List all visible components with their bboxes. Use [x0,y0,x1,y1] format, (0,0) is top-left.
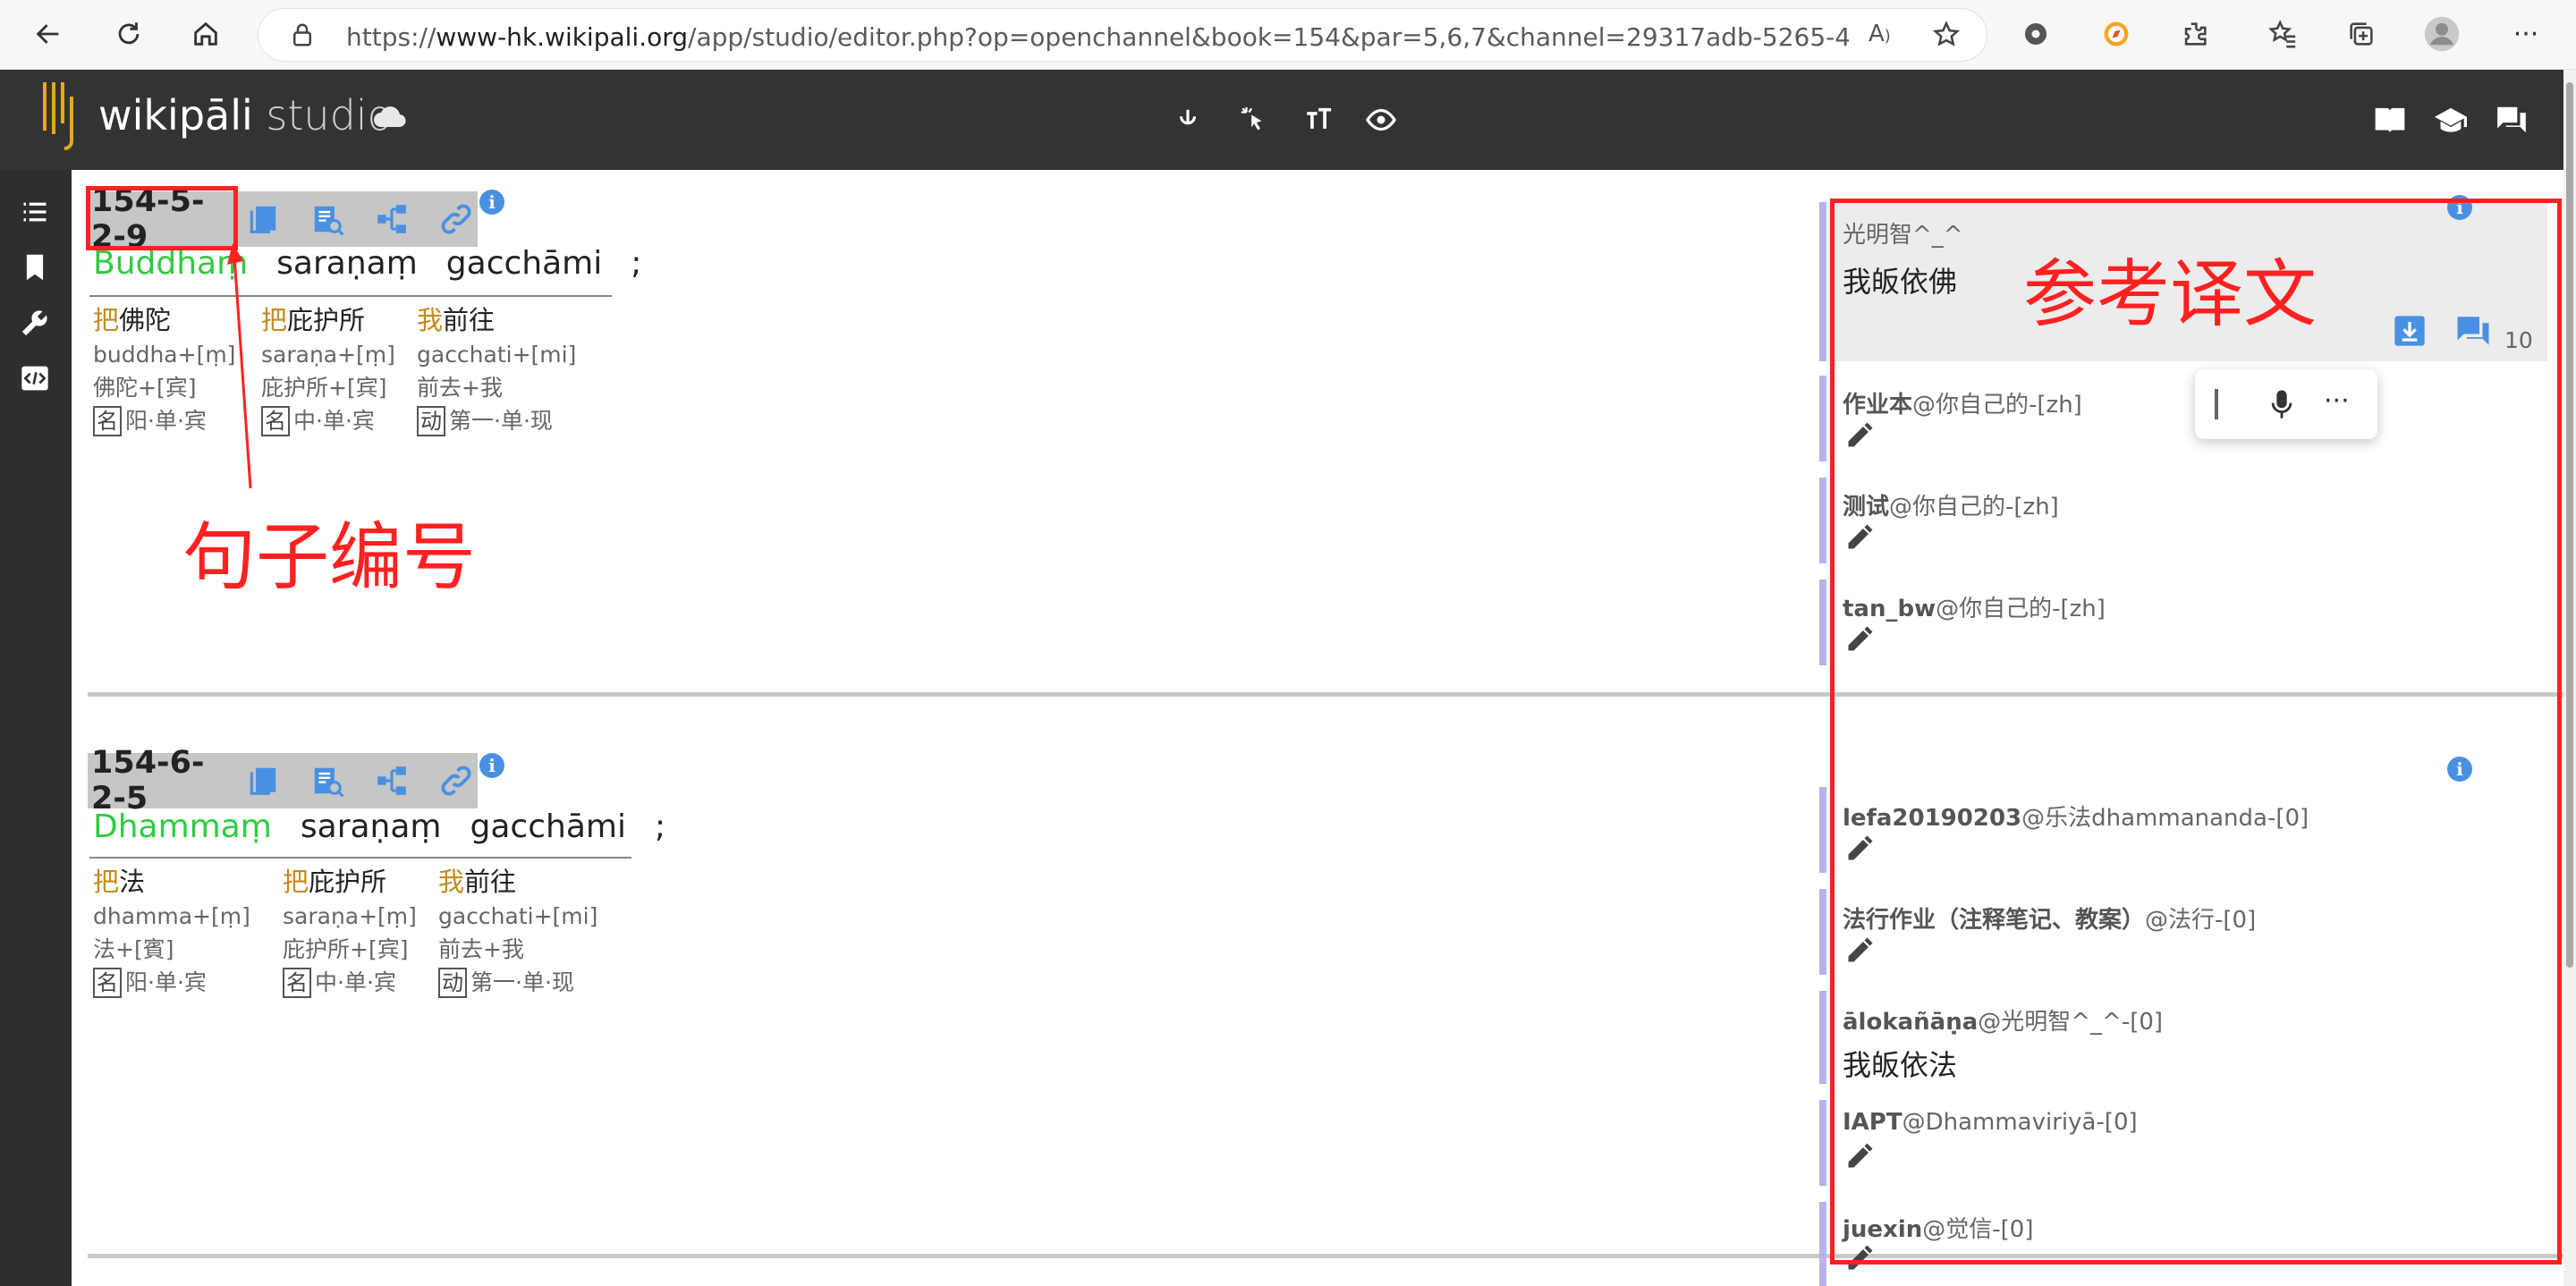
scrollbar-thumb[interactable] [2566,82,2573,968]
word-detail[interactable]: 我前往 gacchati+[mi] 前去+我 动第一·单·现 [438,864,608,1000]
link-icon[interactable] [435,759,478,802]
translation-bar [1819,376,1826,461]
sitemap-icon[interactable] [370,759,413,802]
pali-sentence: Dhammaṃ saraṇaṃ gacchāmi ; [93,808,694,845]
info-icon[interactable]: i [479,190,504,215]
pali-word[interactable]: gacchāmi [470,808,626,845]
more-menu-icon[interactable]: ··· [2504,13,2547,55]
wrench-icon[interactable] [16,304,54,342]
toggle-mode-icon[interactable] [1168,100,1208,140]
reference-translation-highlight [1830,199,2562,1265]
pali-sentence: Buddhaṃ saraṇaṃ gacchāmi ; [93,245,670,282]
read-aloud-icon[interactable]: A) [1868,21,1891,47]
address-bar[interactable]: https://www-hk.wikipali.org/app/studio/e… [258,8,1987,62]
profile-avatar[interactable] [2420,13,2463,55]
annotation-arrow [227,243,252,489]
sentence-header: 154-6-2-5 [88,745,478,816]
info-icon[interactable]: i [479,753,504,778]
sentence-number-label: 句子编号 [182,515,477,600]
word-detail[interactable]: 我前往 gacchati+[mi] 前去+我 动第一·单·现 [417,302,587,438]
extension-gear-icon[interactable] [2014,13,2057,55]
translation-bar [1819,787,1826,873]
reference-translation-label: 参考译文 [2023,252,2318,337]
divider [89,295,612,297]
translation-bar [1819,478,1826,563]
list-icon[interactable] [16,193,54,231]
extension-compass-icon[interactable] [2095,13,2138,55]
forum-icon[interactable] [2492,100,2531,140]
search-document-icon[interactable] [306,198,349,241]
pali-word[interactable]: saraṇaṃ [276,245,418,282]
search-document-icon[interactable] [306,759,349,802]
copy-icon[interactable] [242,198,284,241]
sentence-id[interactable]: 154-6-2-5 [88,745,233,816]
refresh-icon[interactable] [107,13,150,55]
add-favorite-icon[interactable] [1931,20,1962,54]
pali-word[interactable]: Buddhaṃ [93,245,248,282]
font-size-icon[interactable] [1299,100,1338,140]
lock-icon[interactable] [289,21,316,52]
left-sidebar [0,170,72,1286]
translation-bar [1819,1100,1826,1186]
wikipali-logo-icon [43,82,73,150]
bookmark-icon[interactable] [16,249,54,286]
favorites-icon[interactable] [2261,13,2304,55]
browser-toolbar: https://www-hk.wikipali.org/app/studio/e… [0,0,2576,70]
home-icon[interactable] [184,13,227,55]
app-logo-text[interactable]: wikipāli studio [98,91,393,140]
pali-punctuation: ; [631,245,642,282]
word-detail[interactable]: 把庇护所 saraṇa+[ṃ] 庇护所+[宾] 名中·单·宾 [261,302,431,438]
translation-bar [1819,991,1826,1084]
word-detail[interactable]: 把法 dhamma+[ṃ] 法+[賓] 名阳·单·宾 [93,864,263,1000]
select-cursor-icon[interactable] [1234,100,1274,140]
view-eye-icon[interactable] [1361,100,1401,140]
copy-icon[interactable] [242,759,284,802]
link-icon[interactable] [435,198,478,241]
sentence-number-highlight [86,186,238,250]
book-icon[interactable] [2370,100,2410,140]
url-text: https://www-hk.wikipali.org/app/studio/e… [346,22,1849,52]
word-detail[interactable]: 把庇护所 saraṇa+[ṃ] 庇护所+[宾] 名中·单·宾 [283,864,453,1000]
translation-bar [1819,1202,1826,1286]
pali-punctuation: ; [654,808,666,845]
translation-bar [1819,202,1826,361]
pali-word[interactable]: gacchāmi [446,245,602,282]
collections-icon[interactable] [2340,13,2383,55]
translation-bar [1819,580,1826,665]
cloud-icon[interactable] [372,104,408,134]
back-icon[interactable] [27,13,70,55]
graduation-cap-icon[interactable] [2431,100,2470,140]
divider [89,857,631,859]
sitemap-icon[interactable] [370,198,413,241]
page-scrollbar[interactable] [2563,70,2576,1286]
extensions-icon[interactable] [2174,13,2216,55]
translation-bar [1819,889,1826,975]
code-icon[interactable] [16,360,54,397]
pali-word[interactable]: Dhammaṃ [93,808,272,845]
pali-word[interactable]: saraṇaṃ [301,808,442,845]
